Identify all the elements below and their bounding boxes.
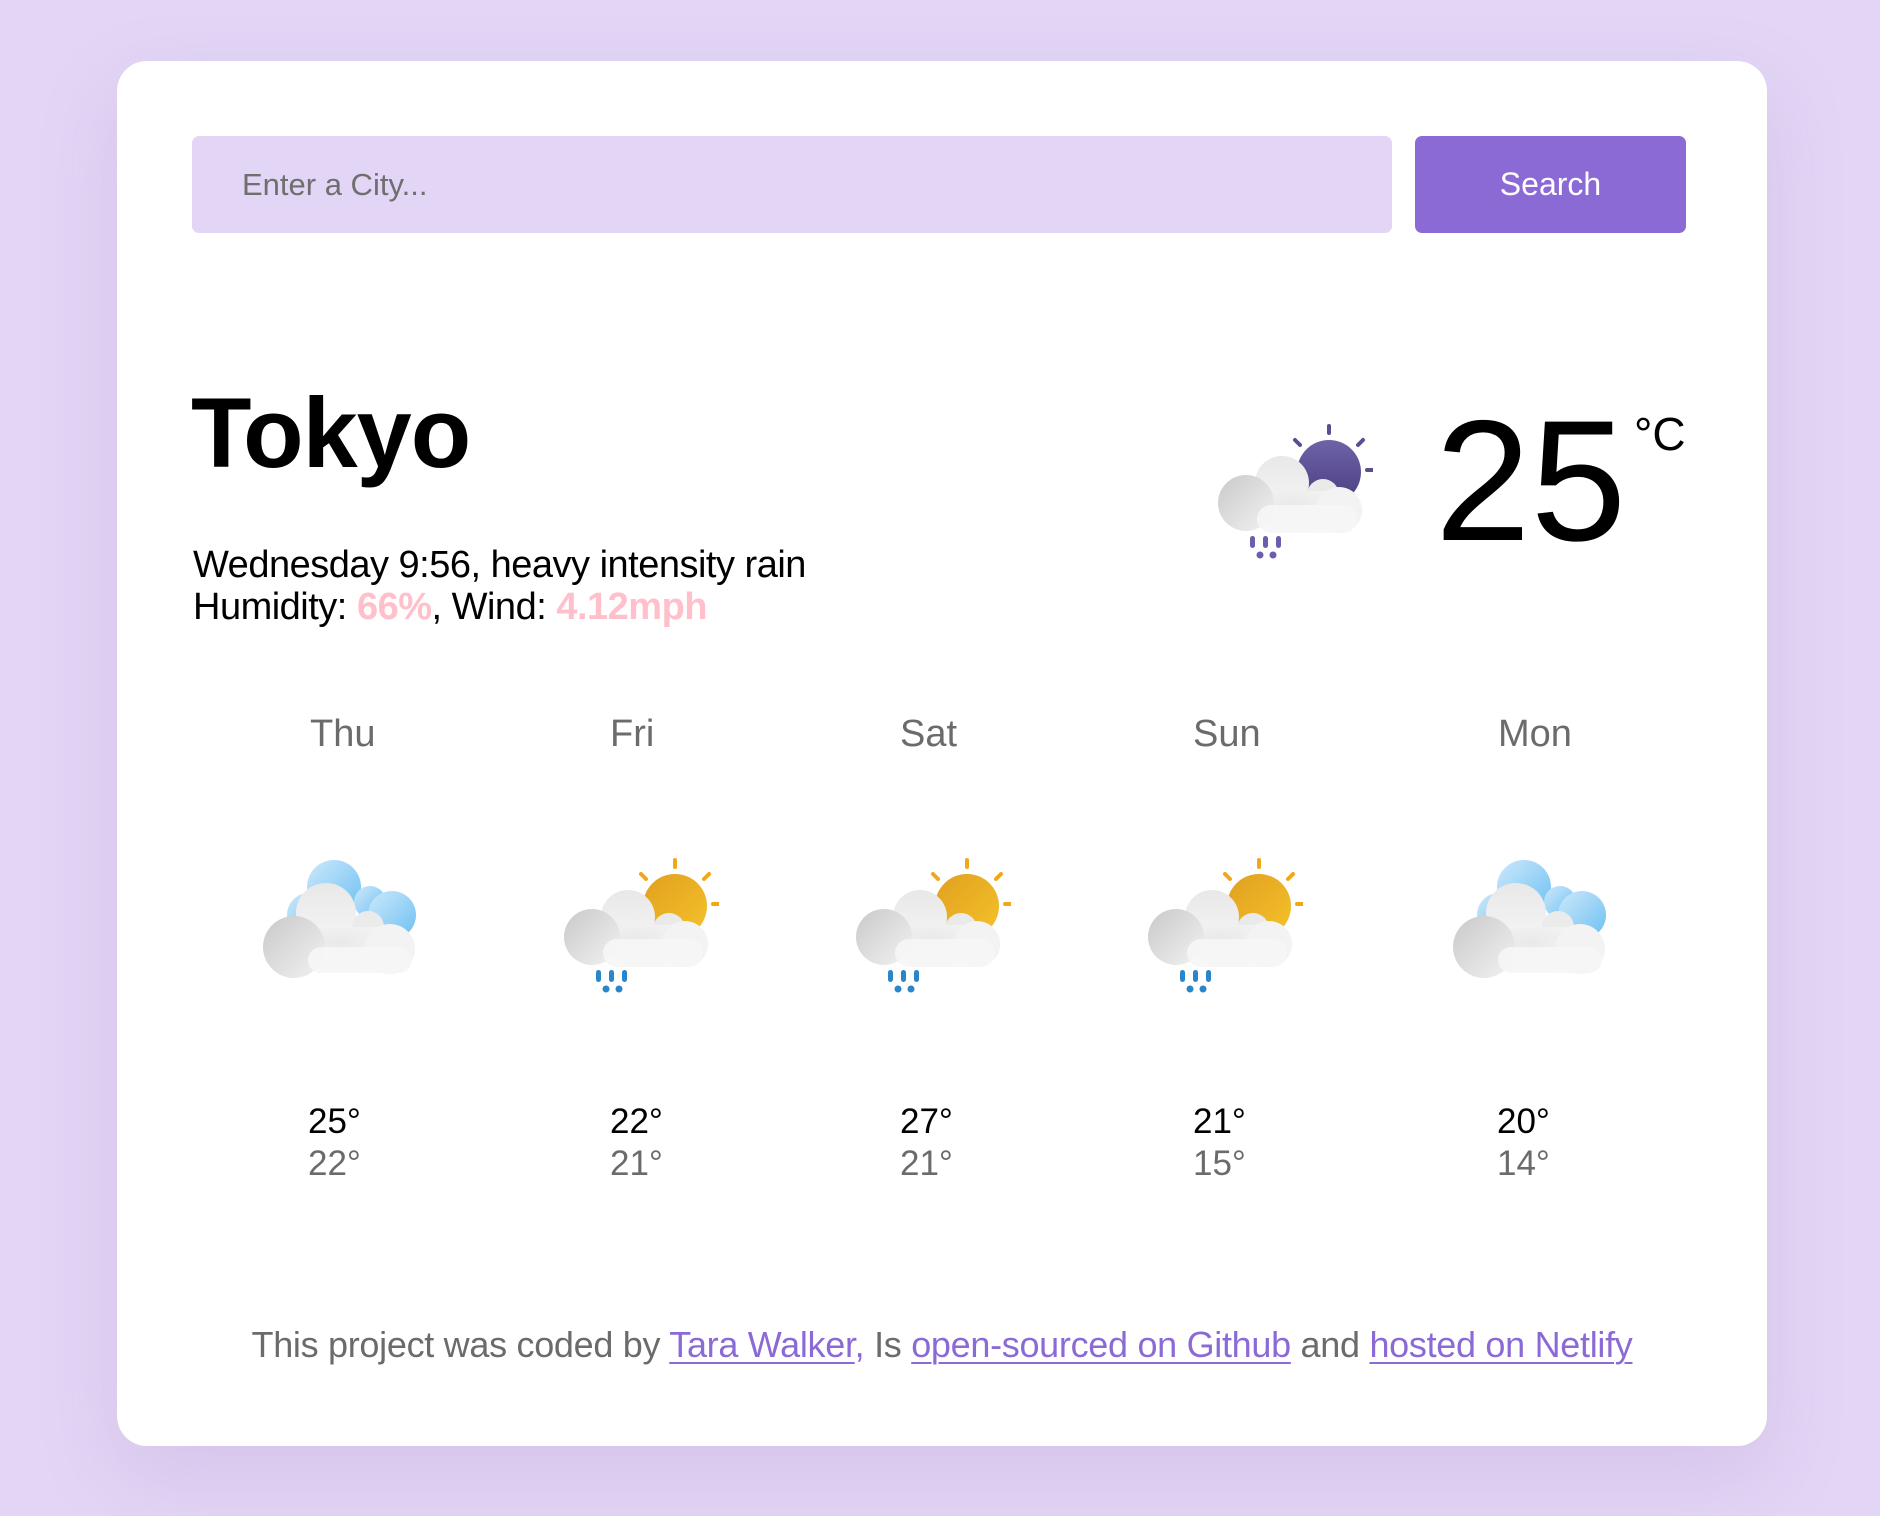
forecast-max-temp: 22° bbox=[610, 1102, 663, 1141]
author-link[interactable]: Tara Walker bbox=[669, 1324, 855, 1365]
search-button[interactable]: Search bbox=[1415, 136, 1686, 233]
rain-sun-icon bbox=[1148, 858, 1303, 993]
separator: , bbox=[470, 544, 491, 586]
footer-text: Is bbox=[864, 1324, 912, 1365]
forecast-min-temp: 21° bbox=[900, 1144, 953, 1183]
forecast-day-label: Sun bbox=[1193, 713, 1261, 755]
rain-sun-icon bbox=[856, 858, 1011, 993]
broken-clouds-icon bbox=[263, 860, 416, 978]
wind-value: 4.12mph bbox=[556, 586, 707, 628]
rain-sun-night-icon bbox=[1218, 424, 1373, 559]
separator: , bbox=[431, 586, 452, 628]
city-search-input[interactable] bbox=[192, 136, 1392, 233]
wind-label: Wind: bbox=[451, 586, 547, 628]
github-link[interactable]: open-sourced on Github bbox=[911, 1324, 1291, 1365]
humidity-label: Humidity: bbox=[193, 586, 347, 628]
weather-card: Search Tokyo Wednesday 9:56, heavy inten… bbox=[117, 61, 1767, 1446]
city-name: Tokyo bbox=[191, 377, 471, 488]
forecast-day-label: Sat bbox=[900, 713, 958, 755]
date-description-line: Wednesday 9:56, heavy intensity rain bbox=[193, 544, 806, 586]
forecast-day-label: Fri bbox=[610, 713, 655, 755]
day-time: Wednesday 9:56 bbox=[193, 544, 471, 586]
forecast-max-temp: 21° bbox=[1193, 1102, 1246, 1141]
forecast-day-label: Mon bbox=[1498, 713, 1572, 755]
temperature-unit-celsius[interactable]: °C bbox=[1634, 411, 1686, 457]
humidity-wind-line: Humidity: 66%, Wind: 4.12mph bbox=[193, 586, 806, 628]
forecast-min-temp: 14° bbox=[1497, 1144, 1550, 1183]
footer-text: This project was coded by bbox=[251, 1324, 670, 1365]
forecast-day-label: Thu bbox=[310, 713, 376, 755]
current-temperature: 25 bbox=[1435, 385, 1627, 577]
current-details: Wednesday 9:56, heavy intensity rain Hum… bbox=[193, 544, 806, 628]
netlify-link[interactable]: hosted on Netlify bbox=[1369, 1324, 1632, 1365]
forecast-max-temp: 20° bbox=[1497, 1102, 1550, 1141]
footer-text: and bbox=[1290, 1324, 1370, 1365]
forecast-min-temp: 21° bbox=[610, 1144, 663, 1183]
footer-comma: , bbox=[854, 1324, 865, 1365]
footer: This project was coded by Tara Walker, I… bbox=[117, 1327, 1767, 1363]
rain-sun-icon bbox=[564, 858, 719, 993]
humidity-value: 66% bbox=[356, 586, 432, 628]
forecast-min-temp: 22° bbox=[308, 1144, 361, 1183]
forecast-max-temp: 27° bbox=[900, 1102, 953, 1141]
broken-clouds-icon bbox=[1453, 860, 1606, 978]
forecast-min-temp: 15° bbox=[1193, 1144, 1246, 1183]
forecast-max-temp: 25° bbox=[308, 1102, 361, 1141]
weather-description: heavy intensity rain bbox=[490, 544, 807, 586]
